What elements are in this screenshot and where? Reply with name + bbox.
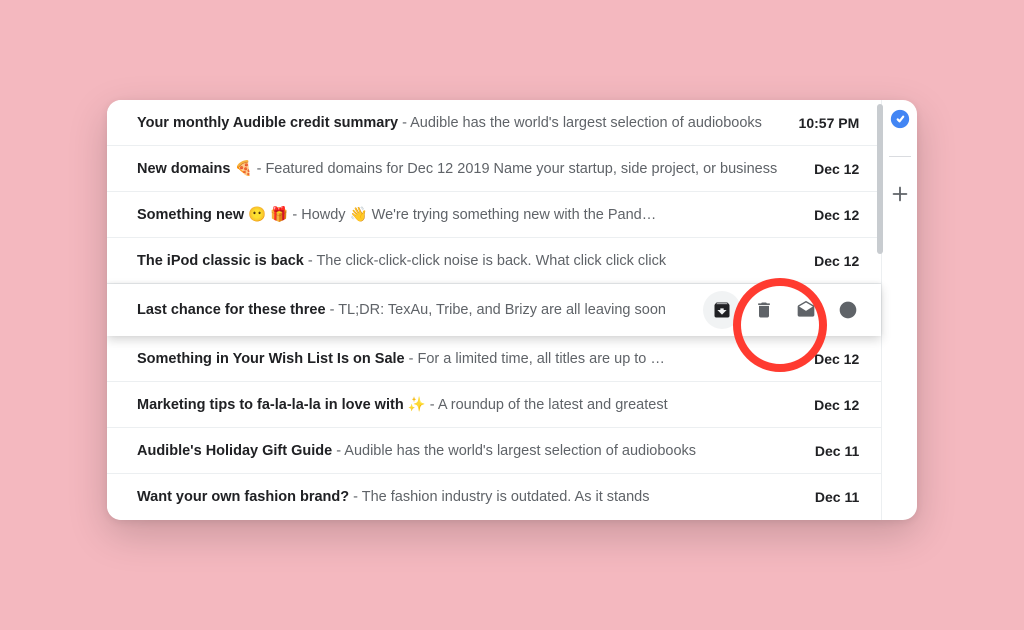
email-snippet: - A roundup of the latest and greatest bbox=[430, 397, 668, 413]
email-subject: Marketing tips to fa-la-la-la in love wi… bbox=[137, 397, 404, 413]
mark-read-button[interactable] bbox=[795, 299, 817, 321]
email-subject: New domains bbox=[137, 161, 230, 177]
side-panel bbox=[881, 100, 917, 520]
row-actions bbox=[703, 299, 859, 321]
email-text: Something new 😶 🎁 - Howdy 👋 We're trying… bbox=[137, 206, 787, 223]
snooze-button[interactable] bbox=[837, 299, 859, 321]
email-subject: Last chance for these three bbox=[137, 302, 326, 318]
email-date: Dec 11 bbox=[787, 489, 859, 505]
email-date: Dec 12 bbox=[787, 207, 859, 223]
email-snippet: - TL;DR: TexAu, Tribe, and Brizy are all… bbox=[326, 302, 666, 318]
trash-icon bbox=[754, 300, 774, 320]
email-emoji: 😶 🎁 bbox=[244, 207, 292, 223]
email-row[interactable]: The iPod classic is back - The click-cli… bbox=[107, 238, 881, 284]
email-text: Audible's Holiday Gift Guide - Audible h… bbox=[137, 443, 787, 459]
email-row[interactable]: Want your own fashion brand? - The fashi… bbox=[107, 474, 881, 520]
email-snippet: - Audible has the world's largest select… bbox=[332, 443, 696, 459]
archive-icon bbox=[712, 300, 732, 320]
email-row[interactable]: Something new 😶 🎁 - Howdy 👋 We're trying… bbox=[107, 192, 881, 238]
email-emoji: 🍕 bbox=[230, 161, 256, 177]
email-text: Your monthly Audible credit summary - Au… bbox=[137, 115, 787, 131]
email-row[interactable]: Audible's Holiday Gift Guide - Audible h… bbox=[107, 428, 881, 474]
email-snippet: - Audible has the world's largest select… bbox=[398, 115, 762, 131]
email-text: Last chance for these three - TL;DR: Tex… bbox=[137, 302, 703, 318]
mail-open-icon bbox=[796, 300, 816, 320]
tasks-icon[interactable] bbox=[889, 108, 911, 130]
email-date: Dec 12 bbox=[787, 253, 859, 269]
email-snippet: - For a limited time, all titles are up … bbox=[405, 351, 665, 367]
email-snippet: - The click-click-click noise is back. W… bbox=[304, 253, 666, 269]
delete-button[interactable] bbox=[753, 299, 775, 321]
email-text: Marketing tips to fa-la-la-la in love wi… bbox=[137, 396, 787, 413]
email-row-hovered[interactable]: Last chance for these three - TL;DR: Tex… bbox=[107, 284, 881, 336]
email-snippet: - The fashion industry is outdated. As i… bbox=[349, 489, 649, 505]
add-addons-button[interactable] bbox=[889, 183, 911, 205]
email-subject: Something in Your Wish List Is on Sale bbox=[137, 351, 405, 367]
email-text: Want your own fashion brand? - The fashi… bbox=[137, 489, 787, 505]
email-date: Dec 12 bbox=[787, 161, 859, 177]
email-date: 10:57 PM bbox=[787, 115, 859, 131]
email-date: Dec 12 bbox=[787, 351, 859, 367]
inbox-card: Your monthly Audible credit summary - Au… bbox=[107, 100, 917, 520]
scrollbar-thumb[interactable] bbox=[877, 104, 883, 254]
email-subject: The iPod classic is back bbox=[137, 253, 304, 269]
email-row[interactable]: New domains 🍕 - Featured domains for Dec… bbox=[107, 146, 881, 192]
email-list: Your monthly Audible credit summary - Au… bbox=[107, 100, 881, 520]
email-row[interactable]: Something in Your Wish List Is on Sale -… bbox=[107, 336, 881, 382]
email-subject: Something new bbox=[137, 207, 244, 223]
email-row[interactable]: Marketing tips to fa-la-la-la in love wi… bbox=[107, 382, 881, 428]
email-snippet: - Howdy 👋 We're trying something new wit… bbox=[292, 207, 656, 223]
email-row[interactable]: Your monthly Audible credit summary - Au… bbox=[107, 100, 881, 146]
clock-icon bbox=[838, 300, 858, 320]
email-text: New domains 🍕 - Featured domains for Dec… bbox=[137, 160, 787, 177]
email-emoji: ✨ bbox=[404, 397, 430, 413]
email-date: Dec 12 bbox=[787, 397, 859, 413]
email-text: The iPod classic is back - The click-cli… bbox=[137, 253, 787, 269]
email-subject: Audible's Holiday Gift Guide bbox=[137, 443, 332, 459]
email-subject: Want your own fashion brand? bbox=[137, 489, 349, 505]
divider bbox=[889, 156, 911, 157]
email-date: Dec 11 bbox=[787, 443, 859, 459]
email-text: Something in Your Wish List Is on Sale -… bbox=[137, 351, 787, 367]
email-snippet: - Featured domains for Dec 12 2019 Name … bbox=[257, 161, 778, 177]
archive-button[interactable] bbox=[711, 299, 733, 321]
email-subject: Your monthly Audible credit summary bbox=[137, 115, 398, 131]
